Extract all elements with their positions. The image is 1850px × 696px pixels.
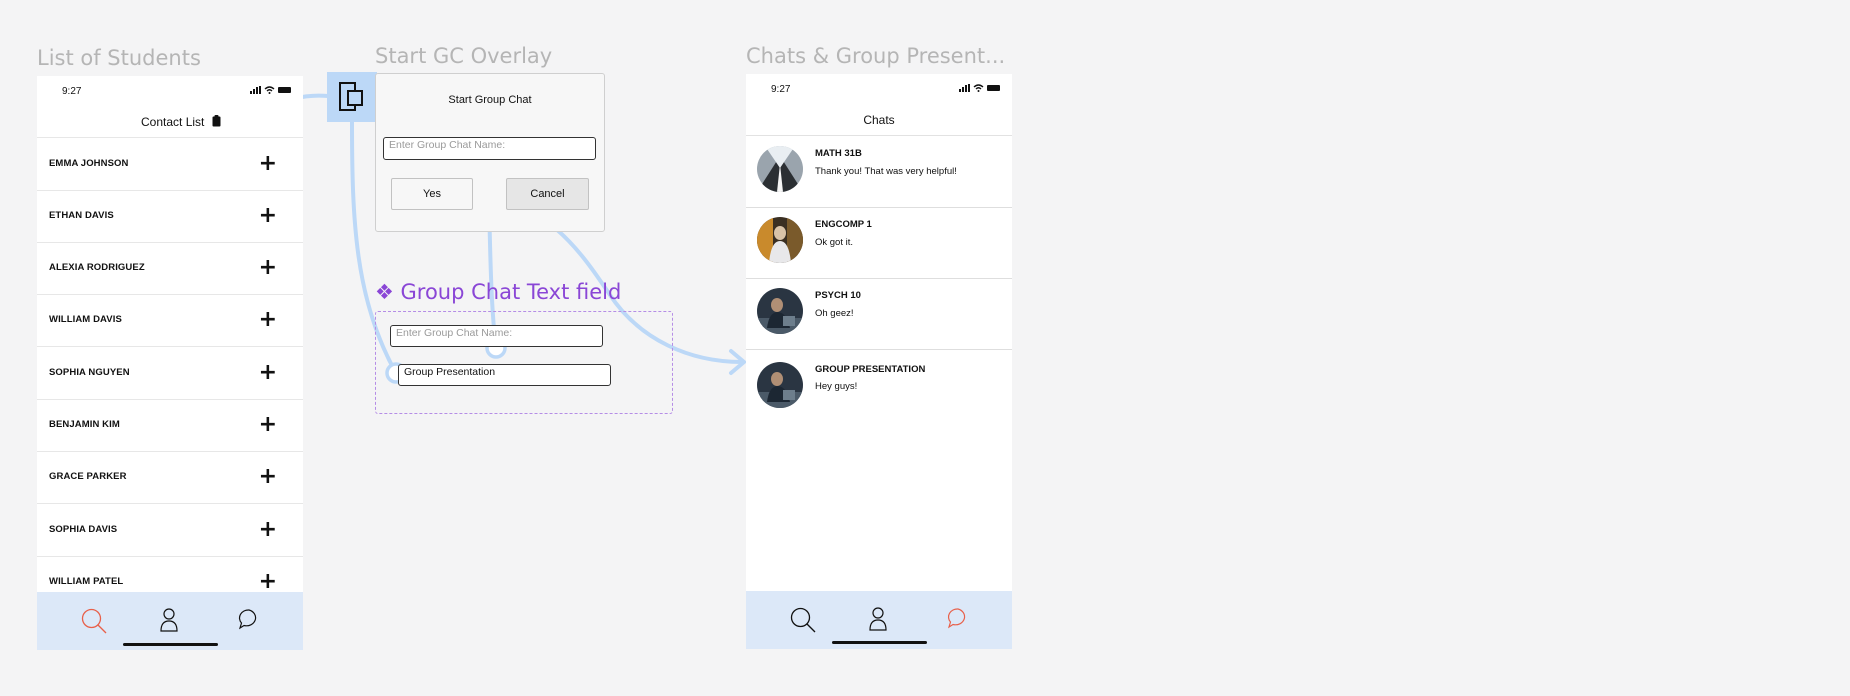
chats-screen: 9:27 Chats MATH 31B Thank you! That was v…: [746, 74, 1012, 649]
chat-row[interactable]: MATH 31B Thank you! That was very helpful…: [746, 136, 1012, 208]
status-icons: [959, 84, 1000, 92]
battery-icon: [278, 87, 291, 93]
frame-title-chats: Chats & Group Present...: [746, 44, 1006, 68]
status-time: 9:27: [62, 86, 82, 97]
profile-icon[interactable]: [160, 608, 178, 632]
add-contact-button[interactable]: +: [259, 571, 277, 593]
chat-row[interactable]: GROUP PRESENTATION Hey guys!: [746, 349, 1012, 420]
status-time: 9:27: [771, 84, 791, 95]
contact-row[interactable]: SOPHIA DAVIS +: [37, 504, 303, 557]
contact-name: SOPHIA NGUYEN: [49, 367, 130, 378]
signal-icon: [250, 86, 261, 94]
contact-name: EMMA JOHNSON: [49, 158, 129, 169]
connector-arrowhead: [729, 349, 748, 375]
contact-name: BENJAMIN KIM: [49, 419, 120, 430]
status-icons: [250, 86, 291, 94]
chat-title: ENGCOMP 1: [815, 219, 872, 230]
avatar: [757, 217, 803, 263]
battery-icon: [987, 85, 1000, 91]
tab-bar: [37, 592, 303, 650]
navigate-overlay-icon: [339, 82, 363, 111]
add-contact-button[interactable]: +: [259, 257, 277, 279]
page-title: Contact List: [141, 115, 205, 129]
add-contact-button[interactable]: +: [259, 519, 277, 541]
chat-last-message: Thank you! That was very helpful!: [815, 166, 957, 177]
group-chat-text-field-component: Enter Group Chat Name: Group Presentatio…: [375, 311, 673, 414]
group-name-input[interactable]: Enter Group Chat Name:: [383, 137, 596, 160]
add-contact-button[interactable]: +: [259, 362, 277, 384]
chat-title: MATH 31B: [815, 148, 862, 159]
yes-button[interactable]: Yes: [391, 178, 473, 210]
contact-row[interactable]: SOPHIA NGUYEN +: [37, 347, 303, 400]
cancel-button[interactable]: Cancel: [506, 178, 589, 210]
page-title: Chats: [863, 113, 895, 127]
chat-bubble-icon[interactable]: [947, 607, 969, 629]
contact-row[interactable]: GRACE PARKER +: [37, 451, 303, 504]
chat-last-message: Oh geez!: [815, 308, 854, 319]
contact-name: ETHAN DAVIS: [49, 210, 114, 221]
contact-name: SOPHIA DAVIS: [49, 524, 118, 535]
search-icon[interactable]: [81, 608, 107, 634]
component-placeholder-field[interactable]: Enter Group Chat Name:: [390, 325, 603, 347]
chat-row[interactable]: ENGCOMP 1 Ok got it.: [746, 207, 1012, 279]
chat-title: GROUP PRESENTATION: [815, 364, 926, 375]
wifi-icon: [264, 86, 275, 94]
profile-icon[interactable]: [869, 607, 887, 631]
search-icon[interactable]: [790, 607, 816, 633]
add-contact-button[interactable]: +: [259, 466, 277, 488]
contact-name: WILLIAM DAVIS: [49, 314, 122, 325]
frame-title-overlay: Start GC Overlay: [375, 44, 553, 68]
add-contact-button[interactable]: +: [259, 205, 277, 227]
chat-last-message: Ok got it.: [815, 237, 854, 248]
contact-row[interactable]: ETHAN DAVIS +: [37, 190, 303, 243]
clipboard-icon[interactable]: [212, 115, 221, 127]
avatar: [757, 362, 803, 408]
contact-row[interactable]: EMMA JOHNSON +: [37, 138, 303, 191]
add-contact-button[interactable]: +: [259, 309, 277, 331]
add-contact-button[interactable]: +: [259, 414, 277, 436]
component-filled-field[interactable]: Group Presentation: [398, 364, 611, 386]
contact-row[interactable]: ALEXIA RODRIGUEZ +: [37, 242, 303, 295]
chat-row[interactable]: PSYCH 10 Oh geez!: [746, 278, 1012, 350]
start-group-chat-overlay: Start Group Chat Enter Group Chat Name: …: [375, 73, 605, 232]
signal-icon: [959, 84, 970, 92]
contact-name: GRACE PARKER: [49, 471, 127, 482]
contact-row[interactable]: WILLIAM DAVIS +: [37, 294, 303, 347]
contact-row[interactable]: BENJAMIN KIM +: [37, 399, 303, 452]
chat-last-message: Hey guys!: [815, 381, 858, 392]
overlay-title: Start Group Chat: [448, 94, 532, 106]
contact-list-screen: 9:27 Contact List EMMA JOHNSON + ETHAN DAV…: [37, 76, 303, 650]
frame-title-list: List of Students: [37, 46, 201, 70]
wifi-icon: [973, 84, 984, 92]
chat-bubble-icon[interactable]: [238, 608, 260, 630]
add-contact-button[interactable]: +: [259, 153, 277, 175]
component-title: ❖ Group Chat Text field: [375, 280, 622, 304]
avatar: [757, 146, 803, 192]
tab-bar: [746, 591, 1012, 649]
contact-name: WILLIAM PATEL: [49, 576, 124, 587]
home-indicator: [832, 641, 927, 644]
chat-title: PSYCH 10: [815, 290, 861, 301]
avatar: [757, 288, 803, 334]
overlay-trigger-node[interactable]: [327, 72, 377, 122]
contact-name: ALEXIA RODRIGUEZ: [49, 262, 145, 273]
home-indicator: [123, 643, 218, 646]
